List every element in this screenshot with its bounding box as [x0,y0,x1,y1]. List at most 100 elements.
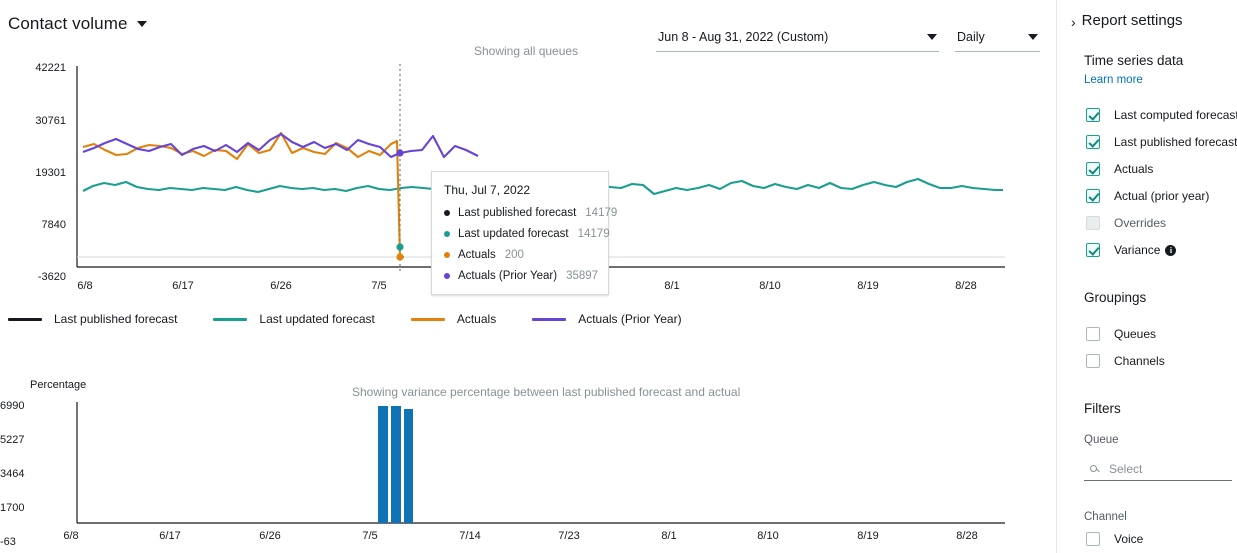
x-axis-tick: 8/10 [757,530,779,542]
x-axis-tick: 8/28 [956,530,978,542]
legend-label: Actuals [456,312,497,326]
interval-value: Daily [957,29,985,44]
x-axis-tick: 7/5 [371,280,387,292]
tooltip-row: Last published forecast 14179 [444,207,617,219]
legend-label: Last published forecast [54,312,178,326]
filter-label-channel: Channel [1084,511,1127,523]
x-axis-tick: 6/17 [159,530,181,542]
checkbox-label: Queues [1114,327,1157,341]
x-axis-tick: 6/8 [63,530,79,542]
checkbox-last-published-forecast[interactable]: Last published forecast [1086,134,1237,150]
checkbox-variance[interactable]: Variance i [1086,242,1177,258]
checkbox-icon [1086,189,1100,203]
info-icon[interactable]: i [1165,244,1177,256]
x-axis-tick: 8/28 [955,280,977,292]
interval-select[interactable]: Daily [955,22,1040,52]
checkbox-queues[interactable]: Queues [1086,326,1156,342]
tooltip-title: Thu, Jul 7, 2022 [444,183,531,197]
marker-actuals [396,253,404,261]
tooltip-row-value: 14179 [577,228,610,240]
queue-search-input[interactable]: Select [1084,457,1232,481]
checkbox-icon [1086,354,1100,368]
search-icon [1090,465,1097,472]
report-settings-panel: › Report settings Time series data Learn… [1056,0,1237,553]
section-title-time-series-data: Time series data [1084,53,1184,68]
legend-swatch-icon [410,317,445,321]
tooltip-row-value: 14179 [585,207,618,219]
variance-percentage-chart: Percentage 6990 5227 3464 1700 -63 6/8 6… [0,378,1056,553]
section-title-groupings: Groupings [1084,290,1147,305]
legend-item-last-published-forecast[interactable]: Last published forecast [8,312,177,326]
x-axis-tick: 8/19 [857,530,879,542]
checkbox-actual-prior-year[interactable]: Actual (prior year) [1086,188,1209,204]
marker-actuals-prior-year [396,149,404,157]
checkbox-last-computed-forecast[interactable]: Last computed forecast [1086,107,1237,123]
checkbox-voice[interactable]: Voice [1086,531,1143,547]
x-axis-tick: 6/17 [172,280,194,292]
main-content: Contact volume Jun 8 - Aug 31, 2022 (Cus… [0,0,1056,553]
tooltip-row-label: Last updated forecast [458,228,569,240]
tooltip-row: Last updated forecast 14179 [444,228,610,240]
checkbox-icon [1086,532,1100,546]
variance-bar [391,406,401,523]
legend-item-actuals[interactable]: Actuals [410,312,497,326]
checkbox-label: Channels [1114,354,1165,368]
legend-label: Last updated forecast [259,312,375,326]
learn-more-link[interactable]: Learn more [1084,74,1143,86]
series-dot-icon [444,252,450,258]
forecast-report-page: Contact volume Jun 8 - Aug 31, 2022 (Cus… [0,0,1237,553]
checkbox-icon [1086,135,1100,149]
checkbox-channels[interactable]: Channels [1086,353,1165,369]
x-axis-tick: 7/14 [459,530,481,542]
checkbox-label: Actual (prior year) [1114,189,1210,203]
chart-legend: Last published forecast Last updated for… [8,312,718,326]
x-axis-tick: 8/1 [664,280,680,292]
checkbox-label: Last published forecast [1114,135,1237,149]
checkbox-icon [1086,162,1100,176]
checkbox-overrides[interactable]: Overrides [1086,215,1166,231]
series-dot-icon [444,231,450,237]
chart-tooltip: Thu, Jul 7, 2022 Last published forecast… [431,171,617,295]
series-actuals [82,131,404,259]
panel-header-toggle[interactable]: › Report settings [1071,12,1183,29]
legend-swatch-icon [8,317,42,321]
chevron-down-icon [927,33,937,40]
x-axis-tick: 7/5 [362,530,378,542]
x-axis-tick: 8/19 [857,280,879,292]
series-actuals-prior-year [82,132,479,159]
date-range-select[interactable]: Jun 8 - Aug 31, 2022 (Custom) [656,22,939,52]
checkbox-actuals[interactable]: Actuals [1086,161,1153,177]
tooltip-row-label: Actuals (Prior Year) [458,270,558,282]
page-title-dropdown[interactable]: Contact volume [8,14,147,34]
checkbox-label: Overrides [1114,216,1167,230]
checkbox-label: Last computed forecast [1114,108,1237,122]
legend-item-last-updated-forecast[interactable]: Last updated forecast [213,312,375,326]
checkbox-label: Variance [1114,243,1161,257]
tooltip-row-label: Actuals [458,249,496,261]
x-axis-tick: 6/26 [259,530,281,542]
queue-search-placeholder: Select [1109,461,1143,476]
legend-swatch-icon [213,317,248,321]
contact-volume-subtitle: Showing all queues [474,44,579,58]
variance-bar [378,406,388,523]
tooltip-row: Actuals 200 [444,249,596,261]
legend-swatch-icon [532,317,567,321]
y-axis-tick: -63 [0,536,16,548]
filter-label-queue: Queue [1084,434,1119,446]
x-axis-tick: 6/8 [77,280,93,292]
series-dot-icon [444,210,450,216]
chevron-down-icon [136,21,147,27]
tooltip-row-value: 200 [504,249,524,261]
x-axis-tick: 7/23 [558,530,580,542]
date-range-value: Jun 8 - Aug 31, 2022 (Custom) [658,29,829,44]
checkbox-icon [1086,243,1100,257]
checkbox-icon [1086,216,1100,230]
tooltip-row-label: Last published forecast [458,207,577,219]
legend-item-actuals-prior-year[interactable]: Actuals (Prior Year) [532,312,682,326]
checkbox-label: Actuals [1114,162,1154,176]
tooltip-row-value: 35897 [566,270,599,282]
page-title: Contact volume [8,14,128,33]
section-title-filters: Filters [1084,401,1121,416]
marker-last-updated-forecast [396,243,404,251]
chevron-right-icon: › [1071,14,1076,30]
